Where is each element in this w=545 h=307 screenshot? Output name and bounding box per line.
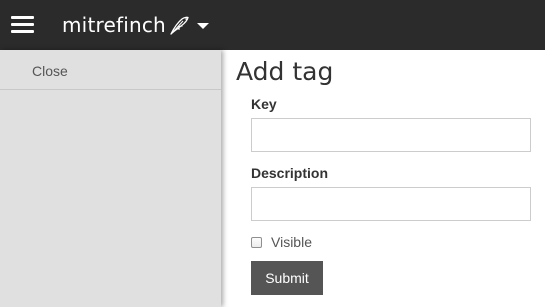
hamburger-bar xyxy=(11,16,34,19)
sidebar-close-link[interactable]: Close xyxy=(0,50,221,90)
top-navbar: mitrefinch xyxy=(0,0,545,50)
brand-name: mitrefinch xyxy=(62,13,166,37)
bird-feather-svg xyxy=(170,16,189,35)
key-label: Key xyxy=(251,96,277,112)
submit-button[interactable]: Submit xyxy=(251,261,323,295)
visible-checkbox-row[interactable]: Visible xyxy=(251,233,312,251)
bird-feather-icon xyxy=(168,14,190,36)
caret-down-icon xyxy=(196,22,209,29)
hamburger-bar xyxy=(11,23,34,26)
visible-label: Visible xyxy=(271,234,312,250)
description-input[interactable] xyxy=(251,187,531,221)
visible-checkbox[interactable] xyxy=(251,236,262,248)
brand-dropdown[interactable]: mitrefinch xyxy=(62,10,209,40)
hamburger-menu-icon[interactable] xyxy=(11,15,34,35)
sidebar-panel: Close xyxy=(0,50,221,307)
key-input[interactable] xyxy=(251,118,531,152)
page-title: Add tag xyxy=(236,57,334,86)
hamburger-bar xyxy=(11,30,34,33)
description-label: Description xyxy=(251,165,329,181)
add-tag-form: Add tag Key Description Visible Submit xyxy=(221,50,545,307)
